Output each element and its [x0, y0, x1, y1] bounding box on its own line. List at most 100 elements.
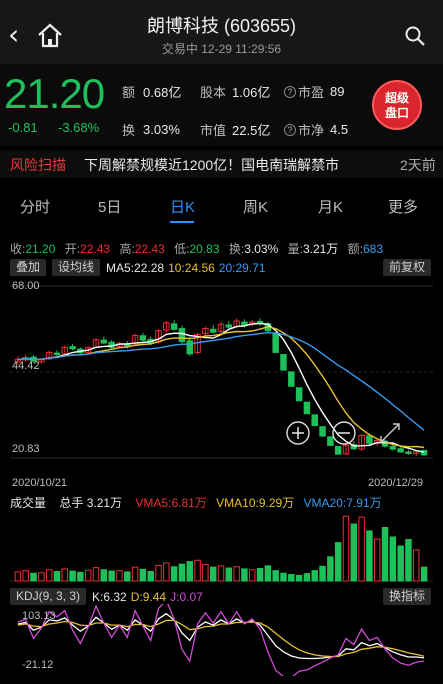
candle	[225, 324, 233, 328]
volume-bar	[61, 568, 69, 582]
super-orderbook-line1: 超级	[384, 91, 409, 105]
kdj-title[interactable]: KDJ(9, 3, 3)	[10, 588, 87, 605]
risk-headline[interactable]: 下周解禁规模近1200亿！国电南瑞解禁市	[84, 155, 339, 175]
volume-bar	[100, 569, 108, 582]
quote-pb[interactable]: ? 市净 4.5	[284, 120, 348, 139]
volume-bar	[84, 569, 92, 582]
volume-bar	[303, 573, 311, 582]
search-icon[interactable]	[404, 25, 426, 47]
vol-value: 3.21万	[302, 242, 339, 256]
volume-bar	[413, 549, 420, 582]
amt-value: 683	[362, 242, 384, 256]
expand-fullscreen-icon[interactable]	[377, 420, 403, 446]
kdj-axis-top: 103.13	[22, 610, 56, 622]
pb-label: 市净	[298, 123, 325, 138]
kdj-legend: KDJ(9, 3, 3) K: 6.32 D: 9.44 J: 0.07	[10, 588, 203, 605]
volume-total-label: 总手	[59, 496, 84, 510]
volume-bar	[256, 567, 264, 582]
ma5-label: MA5:	[106, 260, 135, 275]
candle	[389, 446, 397, 450]
kdj-j-label: J:	[170, 589, 180, 604]
vma10-value: 9.29万	[258, 496, 295, 510]
kdj-chart[interactable]	[10, 604, 433, 676]
volume-bar	[327, 556, 334, 582]
amount-label: 额	[122, 85, 136, 100]
kdj-d-label: D:	[130, 589, 143, 604]
quote-pe[interactable]: ? 市盈 89	[284, 82, 344, 101]
zoom-in-icon[interactable]	[285, 420, 311, 446]
switch-indicator-button[interactable]: 换指标	[383, 588, 432, 605]
volume-bar	[116, 570, 123, 582]
candlestick-chart[interactable]	[10, 278, 433, 468]
turnover-value: 3.03%	[143, 122, 180, 137]
candle	[69, 346, 76, 350]
date-start: 2020/10/21	[12, 477, 68, 489]
volume-bar	[249, 569, 256, 582]
tab-5day[interactable]: 5日	[98, 196, 121, 217]
ma5-line	[17, 322, 425, 453]
price-change-pct: -3.68%	[58, 120, 100, 135]
low-label: 低:	[174, 242, 190, 256]
ma20-label: 20:	[218, 260, 236, 275]
amount-value: 0.68亿	[143, 85, 182, 100]
quote-mktcap: 市值 22.5亿	[200, 120, 270, 139]
turn-value: 3.03%	[244, 242, 279, 256]
tab-more[interactable]: 更多	[388, 196, 418, 217]
candle	[311, 414, 318, 427]
high-value: 22.43	[134, 242, 165, 256]
kdj-k-label: K:	[92, 589, 104, 604]
trading-status: 交易中 12-29 11:29:56	[161, 42, 282, 56]
tab-monthly-k[interactable]: 月K	[318, 196, 343, 217]
volume-bar	[22, 570, 29, 582]
volume-bar	[373, 538, 381, 582]
volume-title: 成交量	[10, 496, 47, 510]
volume-bar	[420, 566, 428, 582]
kdj-k-line	[17, 612, 425, 660]
volume-bar	[186, 561, 193, 582]
set-ma-button[interactable]: 设均线	[52, 259, 101, 276]
volume-bar	[155, 564, 162, 582]
candle	[170, 323, 178, 330]
volume-bar	[170, 566, 178, 582]
help-icon[interactable]: ?	[284, 123, 296, 136]
volume-bar	[139, 568, 147, 582]
kdj-k-value: 6.32	[103, 589, 127, 604]
candle	[288, 371, 295, 387]
close-value: 21.20	[25, 242, 56, 256]
turn-label: 换:	[228, 242, 245, 256]
candle	[397, 448, 404, 453]
active-tab-indicator	[170, 221, 194, 223]
ma10-value: 24.56	[184, 260, 215, 275]
tab-daily-k[interactable]: 日K	[170, 196, 195, 217]
ma20-value: 29.71	[235, 260, 266, 275]
volume-bar	[92, 567, 100, 582]
volume-legend: 成交量 总手 3.21万 VMA5:6.81万 VMA10:9.29万 VMA2…	[10, 494, 382, 511]
volume-bar	[124, 571, 131, 582]
quote-row-1: 额 0.68亿	[122, 82, 181, 101]
zoom-out-icon[interactable]	[331, 420, 357, 446]
adjust-mode-button[interactable]: 前复权	[383, 259, 432, 276]
equity-label: 股本	[200, 85, 227, 100]
candle	[303, 401, 311, 415]
kdj-lines-group	[17, 604, 425, 676]
tab-weekly-k[interactable]: 周K	[243, 196, 268, 217]
amt-label: 额:	[347, 242, 363, 256]
candle	[334, 446, 342, 455]
volume-chart[interactable]	[10, 510, 433, 582]
overlay-button[interactable]: 叠加	[10, 259, 47, 276]
volume-bar	[194, 559, 201, 582]
ma-controls-row: 叠加 设均线 MA5: 22.28 10: 24.56 20: 29.71	[10, 259, 266, 276]
volume-total: 3.21万	[86, 496, 123, 510]
super-orderbook-button[interactable]: 超级 盘口	[372, 80, 422, 130]
kdj-j-line	[17, 604, 425, 676]
tab-intraday[interactable]: 分时	[20, 196, 50, 217]
volume-bar	[280, 572, 287, 582]
kdj-d-value: 9.44	[142, 589, 167, 604]
help-icon[interactable]: ?	[284, 85, 296, 98]
candle	[280, 354, 287, 371]
volume-bar	[147, 571, 154, 582]
volume-bar	[53, 571, 61, 582]
kdj-j-value: 0.07	[179, 589, 203, 604]
candle	[319, 426, 326, 437]
equity-value: 1.06亿	[232, 85, 271, 100]
